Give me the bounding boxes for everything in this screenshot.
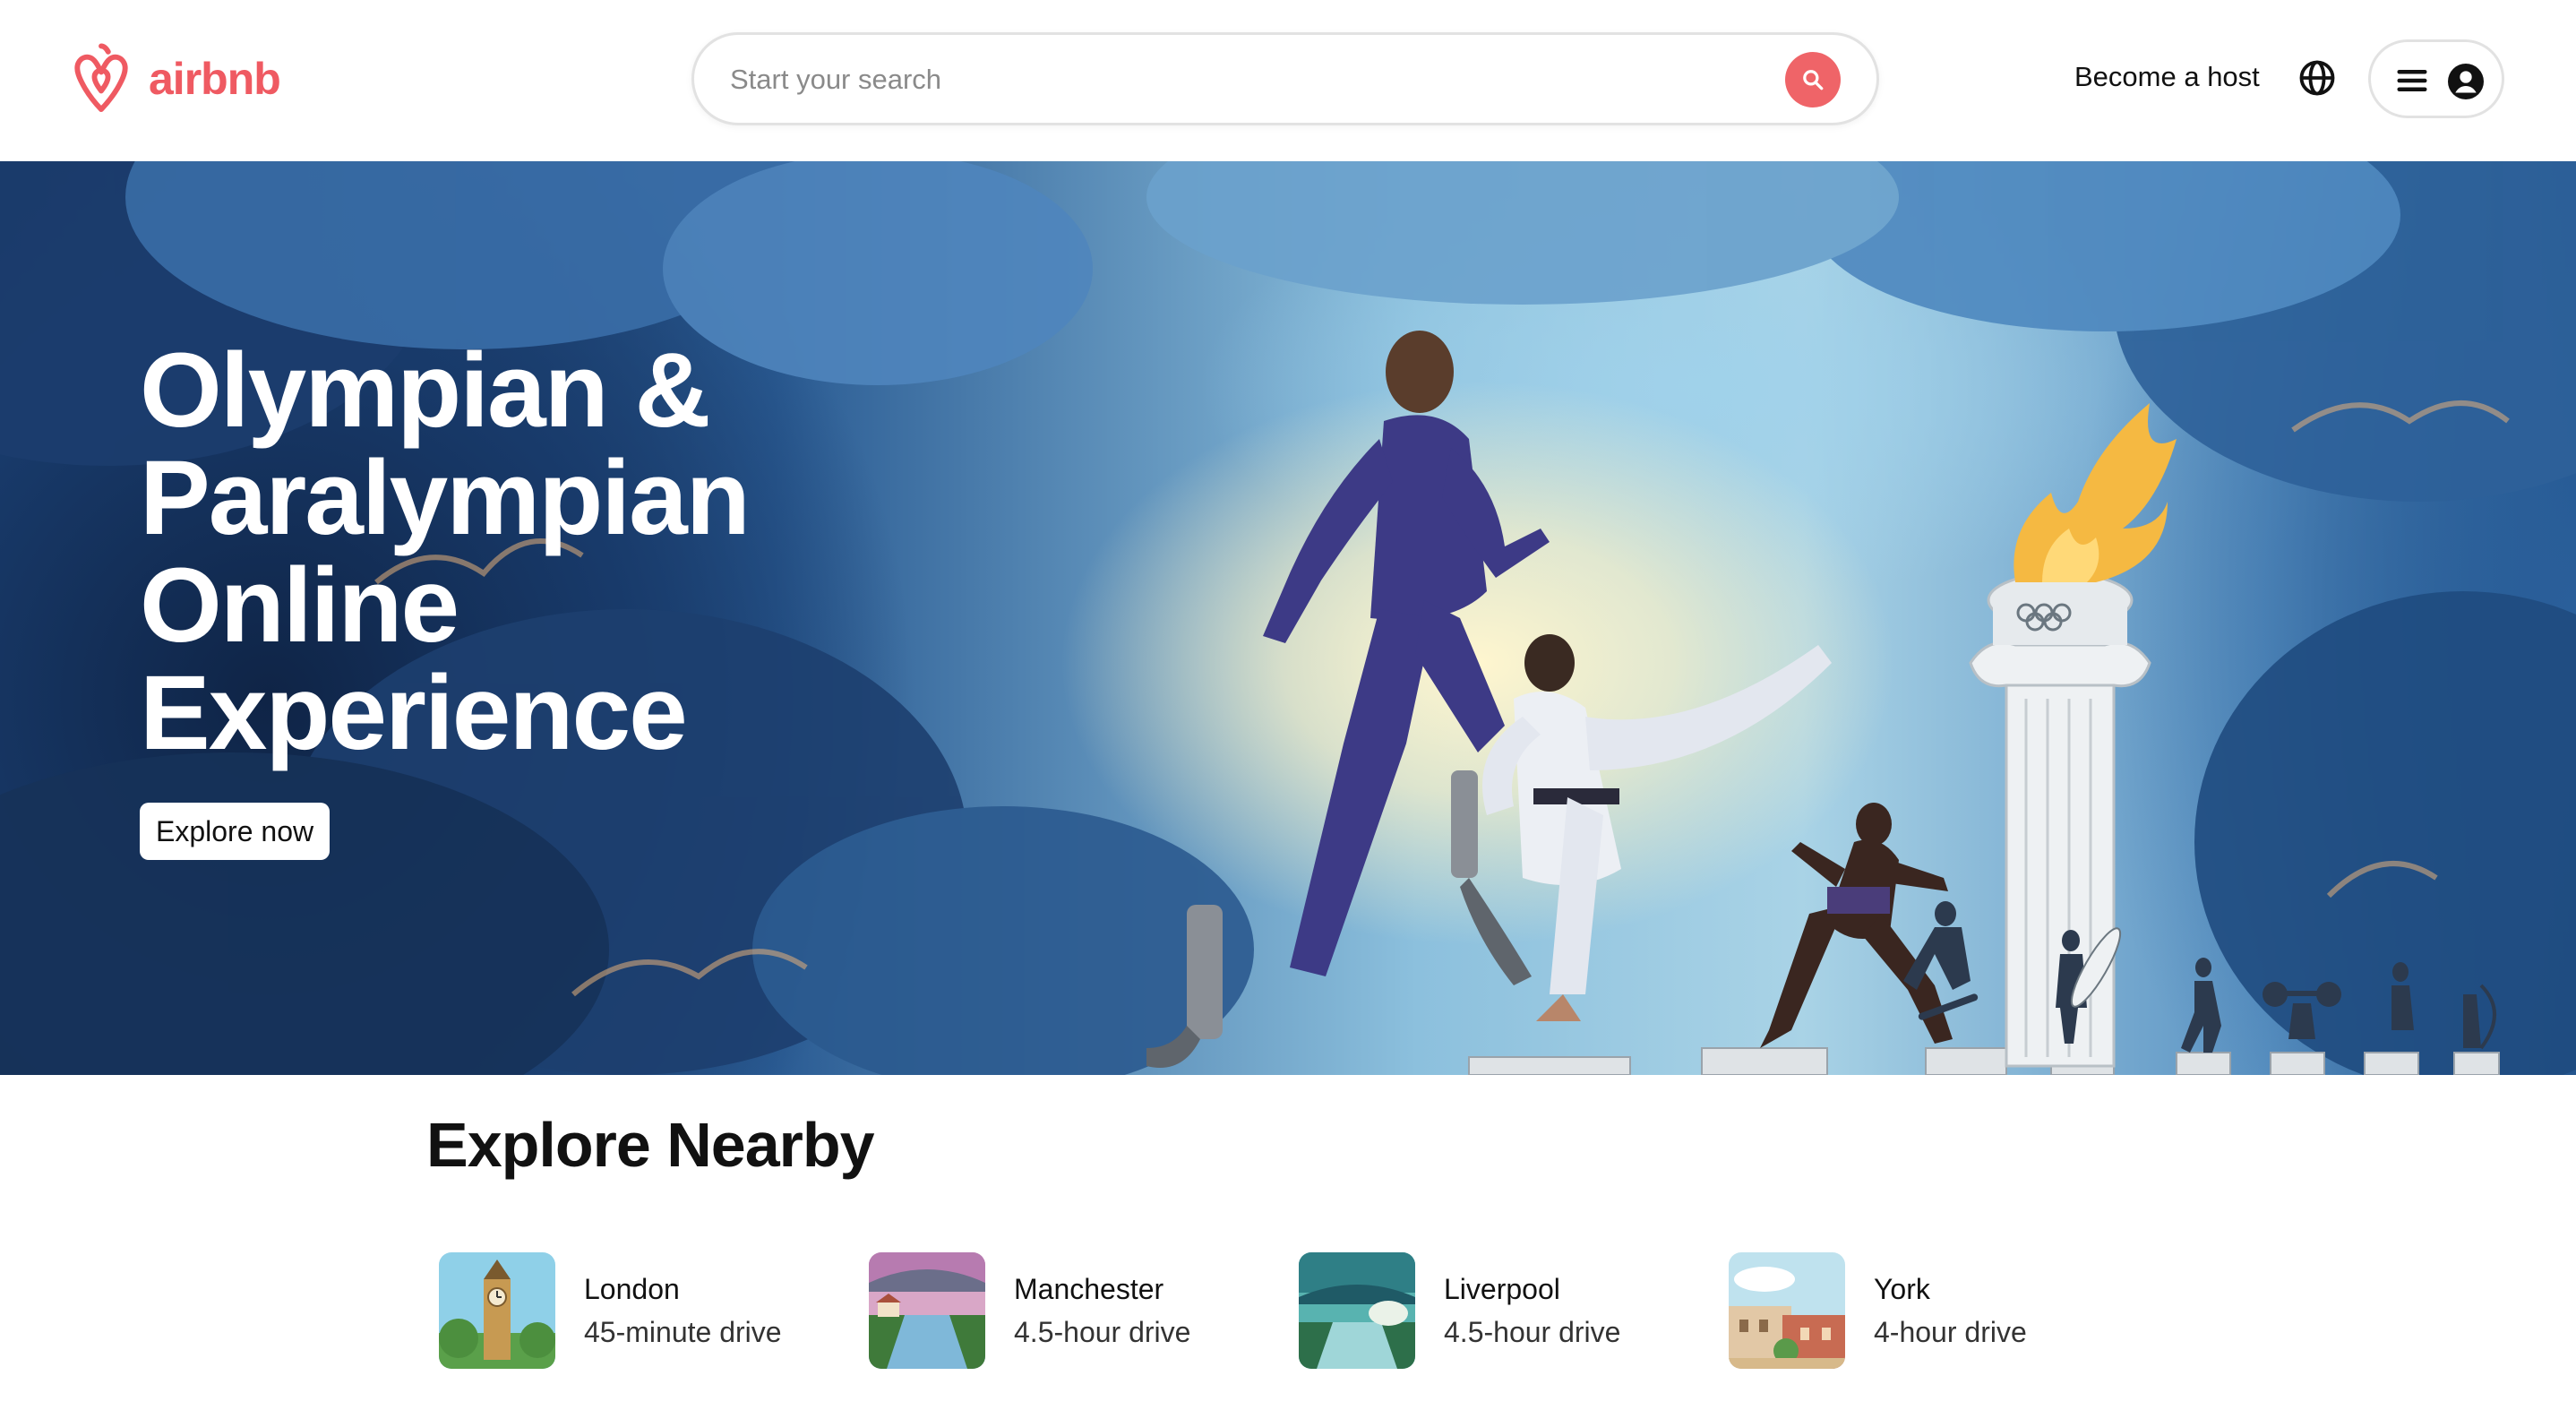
search-icon	[1803, 70, 1824, 90]
london-thumbnail	[439, 1252, 555, 1369]
airbnb-logo-icon	[74, 43, 128, 113]
nearby-card-manchester[interactable]: Manchester 4.5-hour drive	[869, 1252, 1263, 1369]
hero-banner: Olympian & Paralympian Online Experience…	[0, 161, 2576, 1075]
search-bar[interactable]	[691, 32, 1879, 125]
hero-title-line: Experience	[140, 654, 688, 772]
nearby-city: York	[1874, 1273, 1930, 1305]
explore-now-button[interactable]: Explore now	[140, 803, 331, 860]
liverpool-thumbnail	[1299, 1252, 1415, 1369]
airbnb-logo[interactable]: airbnb	[66, 41, 281, 116]
user-menu-button[interactable]	[2368, 39, 2504, 118]
explore-nearby-heading: Explore Nearby	[426, 1110, 875, 1180]
york-thumbnail	[1729, 1252, 1845, 1369]
nearby-list: London 45-minute drive Manchester 4.5-ho…	[439, 1252, 2177, 1369]
hero-title-line: Paralympian	[140, 439, 751, 557]
nearby-city: Liverpool	[1444, 1273, 1560, 1305]
user-avatar-icon	[2448, 64, 2484, 99]
nearby-distance: 4-hour drive	[1874, 1316, 2027, 1348]
search-input[interactable]	[730, 55, 1715, 105]
nearby-city: London	[584, 1273, 680, 1305]
become-host-link[interactable]: Become a host	[2074, 61, 2260, 93]
hamburger-menu-icon	[2397, 70, 2427, 91]
hero-title-line: Online	[140, 546, 459, 665]
nearby-distance: 4.5-hour drive	[1444, 1316, 1621, 1348]
brand-wordmark: airbnb	[149, 54, 281, 104]
manchester-thumbnail	[869, 1252, 985, 1369]
hero-title-line: Olympian &	[140, 331, 711, 450]
nearby-distance: 45-minute drive	[584, 1316, 782, 1348]
globe-icon[interactable]	[2298, 59, 2336, 97]
top-header: airbnb Become a host	[0, 0, 2576, 161]
hero-title: Olympian & Paralympian Online Experience	[140, 337, 946, 767]
nearby-card-york[interactable]: York 4-hour drive	[1729, 1252, 2123, 1369]
nearby-card-liverpool[interactable]: Liverpool 4.5-hour drive	[1299, 1252, 1693, 1369]
nearby-card-london[interactable]: London 45-minute drive	[439, 1252, 833, 1369]
nearby-city: Manchester	[1014, 1273, 1164, 1305]
nearby-distance: 4.5-hour drive	[1014, 1316, 1191, 1348]
search-button[interactable]	[1785, 52, 1841, 107]
